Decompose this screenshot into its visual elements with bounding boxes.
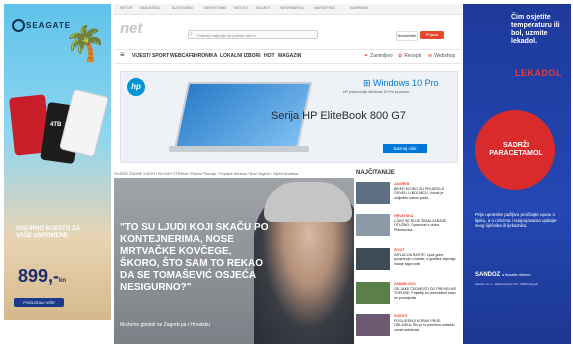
top-link[interactable]: MARKETING <box>314 6 335 10</box>
list-item-text: VIJESTI POSLJEDNJI KORAK PRIJE ODLASKA: Š… <box>394 314 455 332</box>
drive-capacity-label: 4TB <box>50 122 62 128</box>
hero-photo-hair <box>264 182 352 222</box>
hp-series-title: Serija HP EliteBook 800 G7 <box>271 110 406 122</box>
nav-util-recepti[interactable]: ✿ Recepti <box>398 53 421 59</box>
main-nav: ≡ VIJESTI SPORT WEBCAFE HRONIKA LOKALNI … <box>114 49 462 64</box>
list-item-text: ZAGREB BIKER KOJEG SU PRIJATELJI ODVELI U… <box>394 182 445 200</box>
news-site: NETOR NAMJEŠTAJ AUTOMOBILI NEKRETNINE MO… <box>114 4 462 344</box>
hero-headline[interactable]: "TO SU LJUDI KOJI SKAČU PO KONTEJNERIMA,… <box>120 222 270 294</box>
list-item-thumbnail <box>356 248 390 270</box>
top-links-bar: NETOR NAMJEŠTAJ AUTOMOBILI NEKRETNINE MO… <box>114 4 462 15</box>
list-item[interactable]: ZANIMLJIVO OD JAKE ČEDNOSTI DO PREVELIKE … <box>356 282 460 310</box>
hp-ad-banner[interactable]: hp ⊞ Windows 10 Pro HP preporučuje Windo… <box>120 71 458 163</box>
right-ad-disclaimer: Prije upotrebe pažljivo pročitajte uputu… <box>475 212 557 228</box>
newsletter-button[interactable]: Newsletter <box>396 31 418 41</box>
nav-item-hot[interactable]: HOT <box>264 53 275 59</box>
list-item-text: ŽIVOT INFLACIJA RASTE: Ljudi gube povjere… <box>394 248 456 266</box>
seagate-logo-icon <box>12 19 25 32</box>
hp-logo: hp <box>127 78 145 96</box>
windows-logo: ⊞ Windows 10 Pro <box>363 78 439 88</box>
nav-util-webshop[interactable]: ⊕ Webshop <box>428 53 455 59</box>
sandoz-logo: SANDOZ a Novartis division <box>475 272 531 278</box>
recipe-icon: ✿ <box>398 53 403 59</box>
list-item[interactable]: HRVATSKA LJUDI SE BOJE ŠEMA ZARAZE OTUŽNO… <box>356 214 460 242</box>
drive-white-image <box>59 88 109 158</box>
left-ad-price: 899,-kn <box>18 266 66 287</box>
top-link[interactable]: KAMPANJE <box>350 6 369 10</box>
site-logo[interactable]: net <box>120 20 143 37</box>
list-item-thumbnail <box>356 282 390 304</box>
list-item-thumbnail <box>356 314 390 336</box>
left-ad-cta-button[interactable]: POGLEDAJ VIŠE <box>14 298 64 307</box>
list-item-thumbnail <box>356 182 390 204</box>
right-ad-headline: Čim osjetite temperaturu ili bol, uzmite… <box>511 14 560 45</box>
right-ad-address: Sandoz d.o.o., Maksimirska 120, 10000 Za… <box>475 282 539 286</box>
right-ad-product: SADRŽI PARACETAMOL <box>489 142 543 157</box>
list-item-text: ZANIMLJIVO OD JAKE ČEDNOSTI DO PREVELIKE … <box>394 282 457 300</box>
price-value: 899,- <box>18 266 60 286</box>
search-input[interactable]: Pretraži najbolje na portalu net.hr <box>188 30 318 39</box>
nav-item-hronika[interactable]: HRONIKA <box>194 53 217 59</box>
right-ad-banner[interactable]: Čim osjetite temperaturu ili bol, uzmite… <box>463 4 571 344</box>
top-link[interactable]: AUTOMOBILI <box>172 6 194 10</box>
palm-icon: 🌴 <box>64 25 107 63</box>
top-link[interactable]: NAMJEŠTAJ <box>140 6 160 10</box>
windows-sub: HP preporučuje Windows 10 Pro za posao. <box>343 90 410 94</box>
list-item[interactable]: ŽIVOT INFLACIJA RASTE: Ljudi gube povjere… <box>356 248 460 276</box>
nav-item-sport[interactable]: SPORT <box>152 53 169 59</box>
search-icon: ⌕ <box>190 31 193 37</box>
windows-label: Windows 10 Pro <box>373 78 439 88</box>
cart-icon: ⊕ <box>428 53 433 59</box>
hero-subline: Možemo gledati ne Zagreb pa i Hrvatsku <box>120 322 211 328</box>
hp-cta-button[interactable]: Saznaj više <box>383 144 427 153</box>
nav-item-magazin[interactable]: MAGAZIN <box>278 53 301 59</box>
login-button[interactable]: Prijava <box>420 31 444 39</box>
nav-item-lokalni-izbori[interactable]: LOKALNI IZBORI <box>220 53 261 59</box>
price-unit: kn <box>59 278 67 284</box>
top-link[interactable]: INFORMATIKA <box>280 6 304 10</box>
star-icon: ✦ <box>364 53 369 59</box>
nav-item-vijesti[interactable]: VIJESTI <box>132 53 151 59</box>
sidebar-heading: NAJČITANIJE <box>356 170 395 176</box>
right-ad-brand: LEKADOL <box>515 68 562 78</box>
hero-article[interactable]: SVJEŽE ČUDNE VIJESTI SA SVIH STRANA / Po… <box>114 170 354 344</box>
most-read-sidebar: NAJČITANIJE ZAGREB BIKER KOJEG SU PRIJATE… <box>356 170 460 344</box>
list-item-thumbnail <box>356 214 390 236</box>
nav-util-zanimljivo[interactable]: ✦ Zanimljivo <box>364 53 393 59</box>
laptop-base-image <box>169 146 309 152</box>
news-ticker[interactable]: SVJEŽE ČUDNE VIJESTI SA SVIH STRANA / Po… <box>114 170 354 178</box>
top-link[interactable]: SAVJETI <box>256 6 270 10</box>
top-link[interactable]: MOTOCI <box>234 6 248 10</box>
list-item-text: HRVATSKA LJUDI SE BOJE ŠEMA ZARAZE OTUŽNO… <box>394 214 447 232</box>
list-item[interactable]: VIJESTI POSLJEDNJI KORAK PRIJE ODLASKA: Š… <box>356 314 460 342</box>
nav-item-webcafe[interactable]: WEBCAFE <box>170 53 195 59</box>
list-item[interactable]: ZAGREB BIKER KOJEG SU PRIJATELJI ODVELI U… <box>356 182 460 210</box>
left-ad-banner[interactable]: SEAGATE 🌴 4TB SIGURNO MJESTO ZA VAŠE USP… <box>4 4 111 320</box>
left-ad-headline: SIGURNO MJESTO ZA VAŠE USPOMENE <box>16 226 80 239</box>
top-link[interactable]: NETOR <box>120 6 132 10</box>
menu-icon[interactable]: ≡ <box>120 50 125 59</box>
top-link[interactable]: NEKRETNINE <box>204 6 227 10</box>
